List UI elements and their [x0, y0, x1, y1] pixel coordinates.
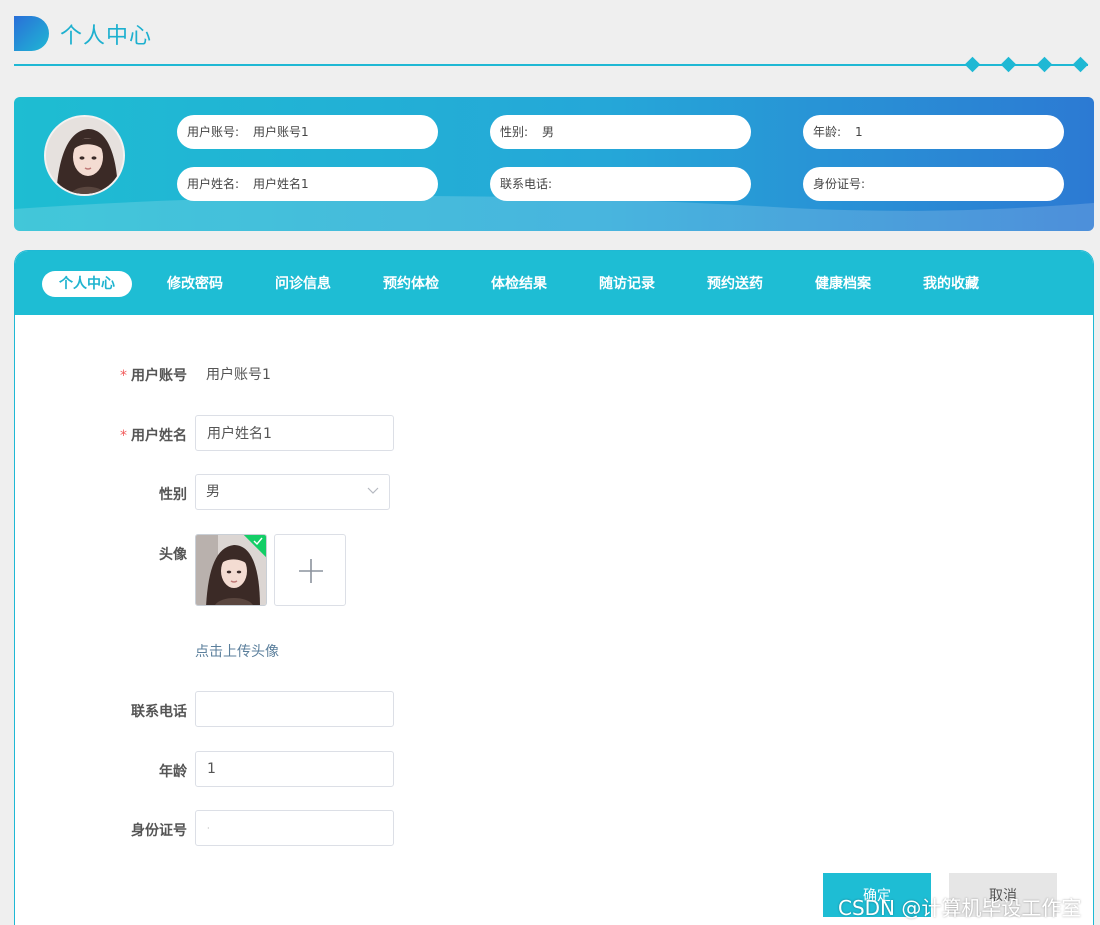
tab-book-checkup[interactable]: 预约体检: [383, 271, 439, 297]
page-title: 个人中心: [60, 24, 153, 49]
profile-account-pill: 用户账号: 用户账号1: [177, 115, 438, 149]
title-bar: 个人中心: [0, 0, 1100, 80]
profile-gender-value: 男: [542, 125, 555, 139]
tab-medicine-delivery[interactable]: 预约送药: [707, 271, 763, 297]
diamond-icon: [964, 56, 981, 73]
profile-name-label: 用户姓名:: [187, 177, 240, 191]
idcard-form-label: 身份证号: [131, 823, 187, 839]
profile-panel: 个人中心 修改密码 问诊信息 预约体检 体检结果 随访记录 预约送药 健康档案 …: [14, 250, 1094, 925]
name-form-label: * 用户姓名: [120, 428, 187, 444]
profile-account-label: 用户账号:: [187, 125, 240, 139]
account-value: 用户账号1: [206, 367, 271, 383]
tab-followup-records[interactable]: 随访记录: [599, 271, 655, 297]
profile-phone-label: 联系电话:: [500, 177, 553, 191]
avatar: [44, 115, 125, 196]
tab-bar: 个人中心 修改密码 问诊信息 预约体检 体检结果 随访记录 预约送药 健康档案 …: [15, 251, 1093, 315]
watermark: CSDN @计算机毕设工作室: [838, 896, 1082, 920]
title-divider: [14, 64, 1088, 66]
uploaded-avatar[interactable]: [195, 534, 267, 606]
required-mark: *: [120, 368, 127, 384]
profile-account-value: 用户账号1: [253, 125, 309, 139]
profile-age-value: 1: [855, 125, 863, 139]
tab-my-favorites[interactable]: 我的收藏: [923, 271, 979, 297]
tab-health-records[interactable]: 健康档案: [815, 271, 871, 297]
diamond-icon: [1072, 56, 1089, 73]
required-mark: *: [120, 428, 127, 444]
plus-icon: [299, 559, 323, 583]
profile-gender-label: 性别:: [500, 125, 529, 139]
title-badge-icon: [14, 16, 49, 51]
profile-gender-pill: 性别: 男: [490, 115, 751, 149]
check-icon: [253, 537, 263, 545]
profile-name-value: 用户姓名1: [253, 177, 309, 191]
profile-phone-pill: 联系电话:: [490, 167, 751, 201]
gender-form-label: 性别: [159, 487, 187, 503]
idcard-input[interactable]: [195, 810, 394, 846]
tab-consultation-info[interactable]: 问诊信息: [275, 271, 331, 297]
gender-select[interactable]: 男: [195, 474, 390, 510]
phone-form-label: 联系电话: [131, 704, 187, 720]
profile-name-pill: 用户姓名: 用户姓名1: [177, 167, 438, 201]
name-input[interactable]: [195, 415, 394, 451]
profile-age-label: 年龄:: [813, 125, 842, 139]
age-input[interactable]: [195, 751, 394, 787]
upload-avatar-button[interactable]: [274, 534, 346, 606]
phone-input[interactable]: [195, 691, 394, 727]
diamond-icon: [1036, 56, 1053, 73]
profile-idcard-pill: 身份证号:: [803, 167, 1064, 201]
account-form-label: * 用户账号: [120, 368, 187, 384]
profile-age-pill: 年龄: 1: [803, 115, 1064, 149]
profile-idcard-label: 身份证号:: [813, 177, 866, 191]
profile-banner: 用户账号: 用户账号1 性别: 男 年龄: 1 用户姓名: 用户姓名1 联系电话: 身份…: [14, 97, 1094, 231]
gender-select-value: 男: [206, 484, 220, 500]
tab-personal-center[interactable]: 个人中心: [42, 271, 132, 297]
tab-checkup-results[interactable]: 体检结果: [491, 271, 547, 297]
chevron-down-icon: [367, 487, 379, 494]
avatar-form-label: 头像: [159, 547, 187, 563]
diamond-icon: [1000, 56, 1017, 73]
upload-avatar-hint[interactable]: 点击上传头像: [195, 641, 279, 661]
tab-change-password[interactable]: 修改密码: [167, 271, 223, 297]
age-form-label: 年龄: [159, 764, 187, 780]
